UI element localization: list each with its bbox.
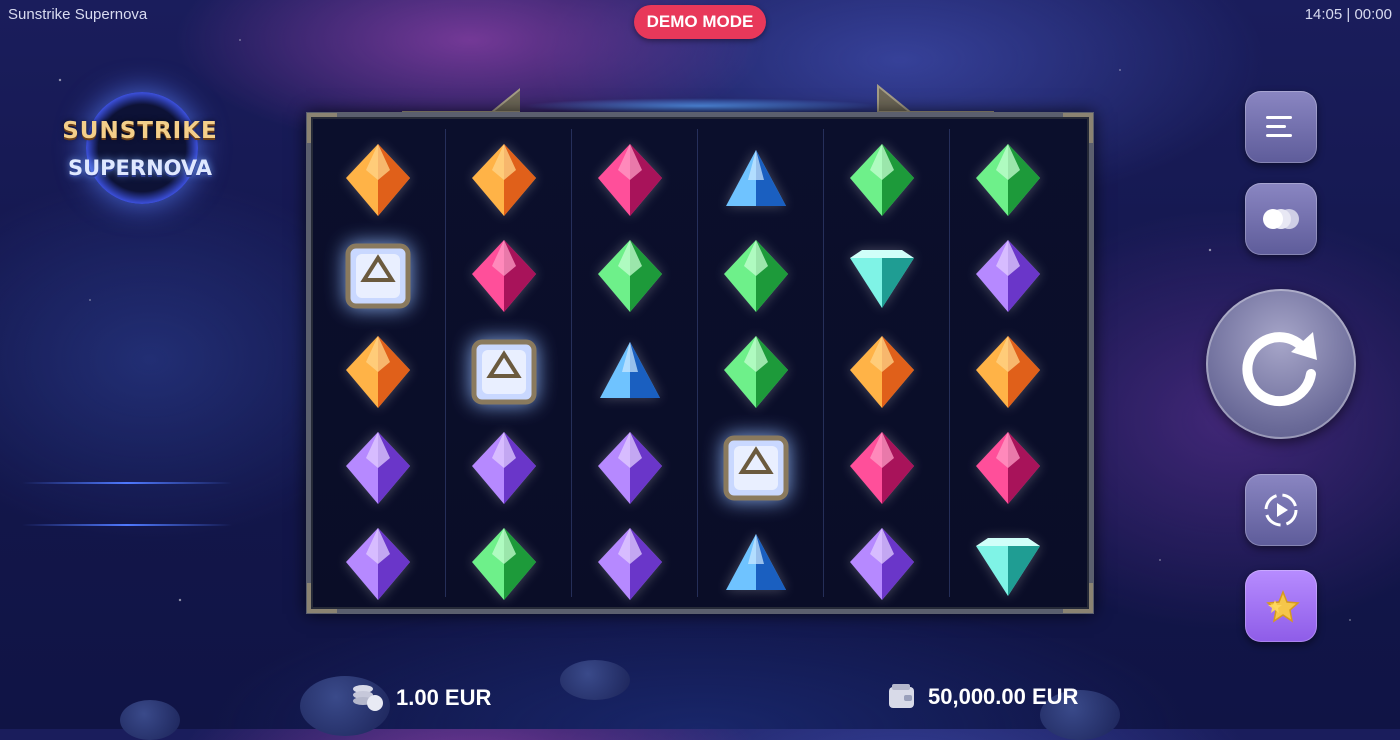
green-gem-icon [598,240,662,312]
green-gem-icon [472,528,536,600]
board-tab-left [402,87,520,113]
logo-line1: SUNSTRIKE [62,118,218,144]
bet-coins-button[interactable] [1245,183,1317,255]
symbol-cell [837,423,927,513]
board-tab-right [877,84,994,113]
blue-pyramid-icon [726,150,786,206]
wallet-icon [889,684,914,708]
autoplay-button[interactable] [1245,474,1317,546]
symbol-cell [963,423,1053,513]
orange-gem-icon [346,336,410,408]
symbol-cell [585,231,675,321]
reel-separator [949,129,950,597]
symbol-cell [837,135,927,225]
symbol-cell [459,327,549,417]
symbol-cell [711,135,801,225]
crystal-cube-icon [471,339,537,405]
pink-gem-icon [850,432,914,504]
crystal-cube-icon [723,435,789,501]
clock: 14:05 | 00:00 [1304,6,1392,23]
asteroid-decoration [120,700,180,740]
balance-display: 50,000.00 EUR [888,684,1078,710]
decorative-line [22,524,232,526]
green-gem-icon [976,144,1040,216]
symbol-cell [585,327,675,417]
purple-gem-icon [598,528,662,600]
symbol-cell [333,423,423,513]
pink-gem-icon [976,432,1040,504]
asteroid-decoration [560,660,630,700]
spin-button[interactable] [1206,289,1356,439]
symbol-cell [459,423,549,513]
spin-icon [1242,332,1317,407]
symbol-cell [963,327,1053,417]
blue-pyramid-icon [600,342,660,398]
green-gem-icon [724,240,788,312]
reel-separator [571,129,572,597]
orange-gem-icon [976,336,1040,408]
pink-gem-icon [472,240,536,312]
reel-separator [823,129,824,597]
purple-gem-icon [346,528,410,600]
game-title: Sunstrike Supernova [8,6,148,23]
purple-gem-icon [472,432,536,504]
symbol-cell [963,135,1053,225]
symbol-cell [837,327,927,417]
symbol-cell [333,135,423,225]
reel-separator [697,129,698,597]
symbol-cell [711,231,801,321]
symbol-cell [333,327,423,417]
symbol-cell [333,231,423,321]
symbol-cell [459,231,549,321]
symbol-cell [333,519,423,609]
symbol-cell [585,135,675,225]
green-gem-icon [850,144,914,216]
symbol-cell [711,327,801,417]
board-corner [1063,113,1093,143]
menu-button[interactable] [1245,91,1317,163]
menu-icon [1266,116,1292,137]
symbol-cell [585,423,675,513]
logo-ring [86,92,198,204]
purple-gem-icon [850,528,914,600]
coin-stack-icon [353,685,383,711]
board-corner [1063,583,1093,613]
symbol-cell [837,519,927,609]
symbol-cell [459,135,549,225]
favorites-button[interactable] [1245,570,1317,642]
purple-gem-icon [598,432,662,504]
reel-grid [306,112,1094,614]
orange-gem-icon [346,144,410,216]
purple-gem-icon [976,240,1040,312]
orange-gem-icon [850,336,914,408]
symbol-cell [459,519,549,609]
bet-amount: 1.00 EUR [396,685,492,710]
symbol-cell [711,519,801,609]
demo-mode-badge: DEMO MODE [634,5,766,39]
teal-gem-icon [850,250,914,308]
green-gem-icon [724,336,788,408]
decorative-line [22,482,232,484]
pink-gem-icon [598,144,662,216]
symbol-cell [837,231,927,321]
game-logo: SUNSTRIKE SUPERNOVA [40,88,250,208]
symbol-cell [963,519,1053,609]
symbol-cell [963,231,1053,321]
crystal-cube-icon [345,243,411,309]
symbol-cell [585,519,675,609]
teal-gem-icon [976,538,1040,596]
balance-amount: 50,000.00 EUR [928,684,1079,709]
bet-display[interactable]: 1.00 EUR [352,684,491,712]
logo-line2: SUPERNOVA [67,156,213,180]
symbol-cell [711,423,801,513]
purple-gem-icon [346,432,410,504]
star-icon [1266,589,1300,623]
reel-separator [445,129,446,597]
blue-pyramid-icon [726,534,786,590]
orange-gem-icon [472,144,536,216]
coins-icon [1263,209,1299,229]
autoplay-icon [1264,493,1298,527]
